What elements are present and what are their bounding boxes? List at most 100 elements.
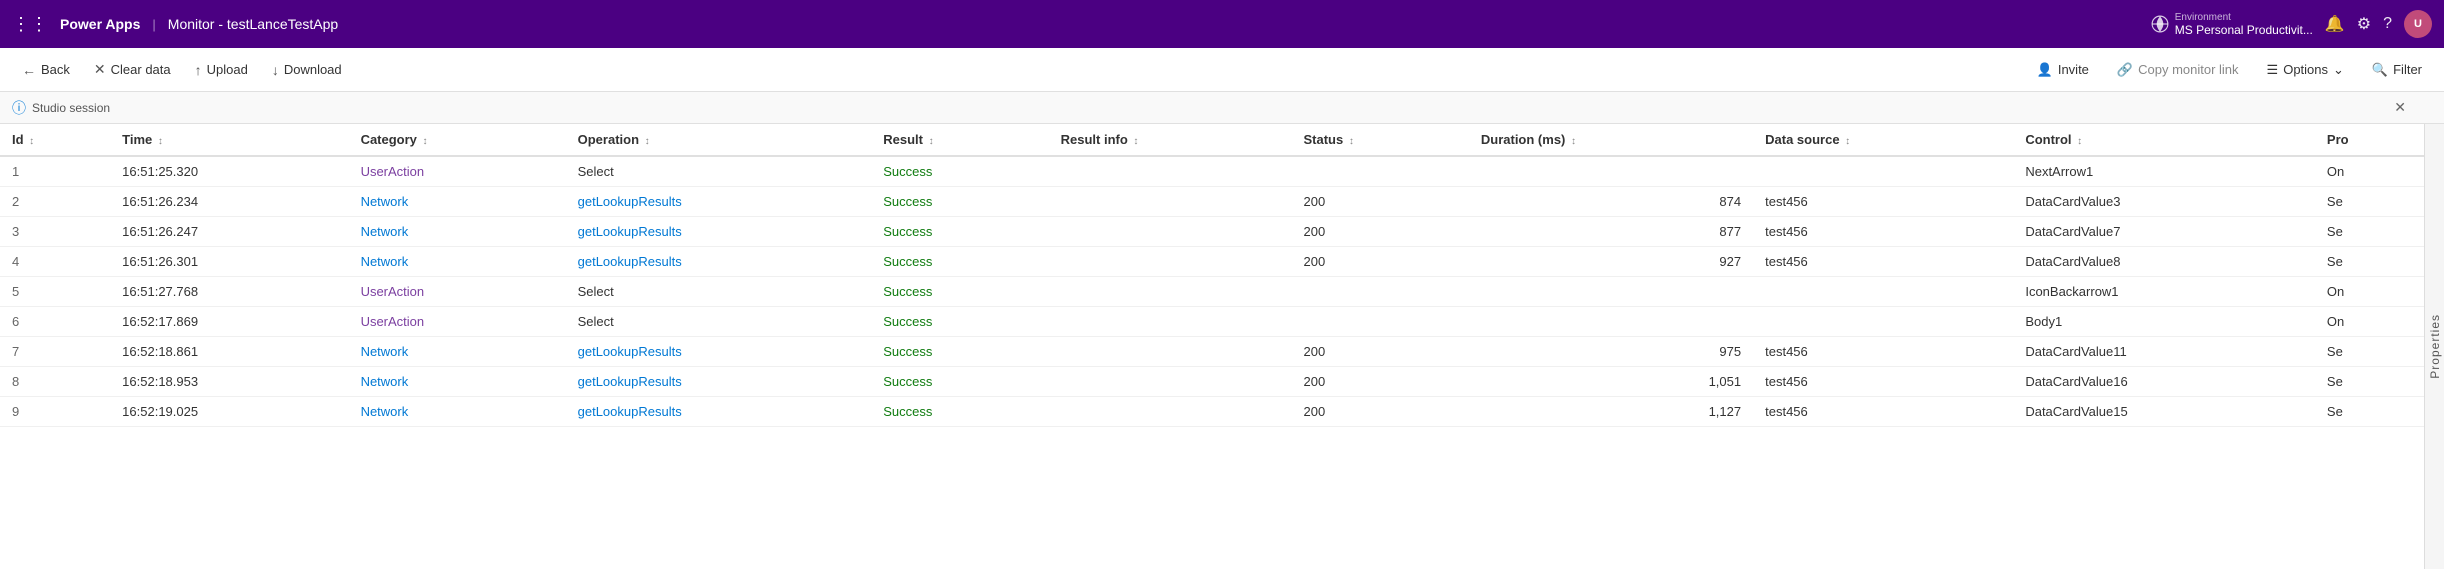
filter-label: Filter: [2393, 62, 2422, 77]
cell-result: Success: [871, 307, 1048, 337]
cell-control: DataCardValue3: [2013, 187, 2315, 217]
session-bar: ⓘ Studio session ✕: [0, 92, 2444, 124]
table-row[interactable]: 9 16:52:19.025 Network getLookupResults …: [0, 397, 2424, 427]
cell-pro: On: [2315, 307, 2424, 337]
col-duration[interactable]: Duration (ms) ↕: [1469, 124, 1753, 156]
back-button[interactable]: ← Back: [12, 58, 80, 82]
cell-result: Success: [871, 397, 1048, 427]
cell-id: 6: [0, 307, 110, 337]
properties-sidebar[interactable]: Properties: [2424, 124, 2444, 569]
cell-control: Body1: [2013, 307, 2315, 337]
cell-data-source: test456: [1753, 217, 2013, 247]
table-row[interactable]: 2 16:51:26.234 Network getLookupResults …: [0, 187, 2424, 217]
cell-control: DataCardValue11: [2013, 337, 2315, 367]
table-header-row: Id ↕ Time ↕ Category ↕ Operation ↕ Resul…: [0, 124, 2424, 156]
cell-operation: getLookupResults: [566, 397, 872, 427]
cell-result: Success: [871, 217, 1048, 247]
cell-id: 4: [0, 247, 110, 277]
upload-icon: ↑: [195, 62, 202, 78]
col-result-info[interactable]: Result info ↕: [1049, 124, 1292, 156]
cell-duration: 927: [1469, 247, 1753, 277]
invite-button[interactable]: 👤 Invite: [2027, 58, 2099, 82]
cell-time: 16:51:26.234: [110, 187, 348, 217]
cell-id: 8: [0, 367, 110, 397]
cell-control: DataCardValue15: [2013, 397, 2315, 427]
table-row[interactable]: 4 16:51:26.301 Network getLookupResults …: [0, 247, 2424, 277]
options-button[interactable]: ☰ Options ⌄: [2257, 58, 2354, 82]
main-wrapper: Id ↕ Time ↕ Category ↕ Operation ↕ Resul…: [0, 124, 2444, 569]
settings-icon[interactable]: ⚙: [2357, 14, 2371, 34]
cell-category: Network: [349, 337, 566, 367]
cell-status: 200: [1291, 217, 1468, 247]
cell-category: Network: [349, 247, 566, 277]
cell-pro: Se: [2315, 187, 2424, 217]
cell-id: 3: [0, 217, 110, 247]
cell-pro: Se: [2315, 397, 2424, 427]
cell-time: 16:52:18.953: [110, 367, 348, 397]
cell-data-source: test456: [1753, 247, 2013, 277]
cell-data-source: [1753, 277, 2013, 307]
cell-result: Success: [871, 367, 1048, 397]
cell-duration: 874: [1469, 187, 1753, 217]
download-label: Download: [284, 62, 342, 77]
col-operation[interactable]: Operation ↕: [566, 124, 872, 156]
download-icon: ↓: [272, 62, 279, 78]
cell-data-source: test456: [1753, 397, 2013, 427]
cell-operation: getLookupResults: [566, 367, 872, 397]
env-name: MS Personal Productivit...: [2175, 23, 2313, 37]
download-button[interactable]: ↓ Download: [262, 58, 352, 82]
col-time[interactable]: Time ↕: [110, 124, 348, 156]
toolbar-right: 👤 Invite 🔗 Copy monitor link ☰ Options ⌄…: [2027, 58, 2432, 82]
nav-separator: |: [152, 17, 155, 32]
cell-data-source: [1753, 307, 2013, 337]
col-data-source[interactable]: Data source ↕: [1753, 124, 2013, 156]
cell-result: Success: [871, 247, 1048, 277]
data-table: Id ↕ Time ↕ Category ↕ Operation ↕ Resul…: [0, 124, 2424, 427]
cell-duration: [1469, 277, 1753, 307]
person-icon: 👤: [2037, 62, 2053, 78]
cell-time: 16:51:27.768: [110, 277, 348, 307]
cell-operation: Select: [566, 307, 872, 337]
table-row[interactable]: 7 16:52:18.861 Network getLookupResults …: [0, 337, 2424, 367]
environment-block[interactable]: Environment MS Personal Productivit...: [2151, 12, 2313, 37]
cell-control: DataCardValue8: [2013, 247, 2315, 277]
properties-label: Properties: [2428, 314, 2442, 379]
table-row[interactable]: 5 16:51:27.768 UserAction Select Success…: [0, 277, 2424, 307]
col-category[interactable]: Category ↕: [349, 124, 566, 156]
cell-operation: getLookupResults: [566, 187, 872, 217]
clear-data-button[interactable]: ✕ Clear data: [84, 57, 181, 82]
cell-result-info: [1049, 397, 1292, 427]
cell-result-info: [1049, 277, 1292, 307]
cell-status: [1291, 277, 1468, 307]
col-id[interactable]: Id ↕: [0, 124, 110, 156]
cell-operation: Select: [566, 277, 872, 307]
col-status[interactable]: Status ↕: [1291, 124, 1468, 156]
avatar[interactable]: U: [2404, 10, 2432, 38]
col-control[interactable]: Control ↕: [2013, 124, 2315, 156]
cell-control: IconBackarrow1: [2013, 277, 2315, 307]
cell-time: 16:52:19.025: [110, 397, 348, 427]
cell-pro: Se: [2315, 217, 2424, 247]
help-icon[interactable]: ?: [2383, 15, 2392, 33]
invite-label: Invite: [2058, 62, 2089, 77]
bell-icon[interactable]: 🔔: [2325, 14, 2345, 34]
copy-monitor-button[interactable]: 🔗 Copy monitor link: [2107, 58, 2249, 82]
col-pro[interactable]: Pro: [2315, 124, 2424, 156]
table-row[interactable]: 8 16:52:18.953 Network getLookupResults …: [0, 367, 2424, 397]
cell-result-info: [1049, 337, 1292, 367]
toolbar: ← Back ✕ Clear data ↑ Upload ↓ Download …: [0, 48, 2444, 92]
session-close-icon[interactable]: ✕: [2394, 99, 2406, 116]
link-icon: 🔗: [2117, 62, 2133, 78]
cell-result: Success: [871, 187, 1048, 217]
filter-button[interactable]: 🔍 Filter: [2362, 58, 2432, 82]
cell-category: UserAction: [349, 307, 566, 337]
table-row[interactable]: 3 16:51:26.247 Network getLookupResults …: [0, 217, 2424, 247]
table-row[interactable]: 6 16:52:17.869 UserAction Select Success…: [0, 307, 2424, 337]
col-result[interactable]: Result ↕: [871, 124, 1048, 156]
waffle-icon[interactable]: ⋮⋮: [12, 14, 48, 35]
cell-result: Success: [871, 156, 1048, 187]
upload-button[interactable]: ↑ Upload: [185, 58, 258, 82]
table-area: Id ↕ Time ↕ Category ↕ Operation ↕ Resul…: [0, 124, 2424, 569]
search-icon: 🔍: [2372, 62, 2388, 78]
table-row[interactable]: 1 16:51:25.320 UserAction Select Success…: [0, 156, 2424, 187]
